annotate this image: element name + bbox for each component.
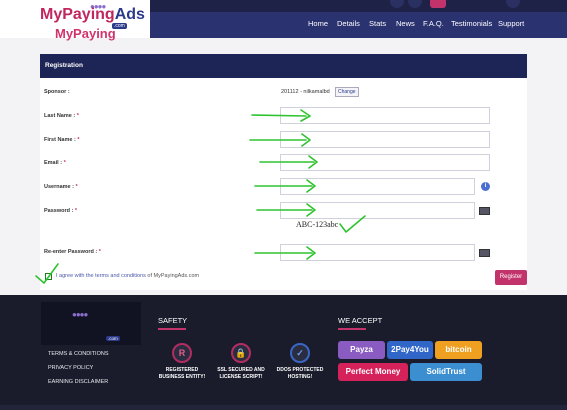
footer-logo[interactable]: MyPayingAds <box>55 26 140 41</box>
change-sponsor-button[interactable]: Change <box>335 87 359 97</box>
username-label: Username : * <box>44 184 78 190</box>
privacy-link[interactable]: PRIVACY POLICY <box>48 365 93 371</box>
nav-testimonials[interactable]: Testimonials <box>451 19 492 28</box>
username-input[interactable] <box>280 178 475 195</box>
header-topbar <box>150 0 567 12</box>
lock-icon: 🔒 <box>231 343 251 363</box>
nav-support[interactable]: Support <box>498 19 524 28</box>
safety-label: REGISTERED BUSINESS ENTITY! <box>158 367 206 380</box>
sponsor-label: Sponsor : <box>44 89 70 95</box>
agree-checkbox[interactable] <box>45 273 52 280</box>
accept-heading: WE ACCEPT <box>338 316 383 325</box>
heading-underline <box>338 328 366 330</box>
bitcoin-logo: bitcoin <box>435 341 482 359</box>
page: ●●●● MyPayingAds .com Home Details Stats… <box>0 0 567 410</box>
social-icon[interactable] <box>430 0 446 8</box>
first-name-label: First Name : * <box>44 137 80 143</box>
repassword-input[interactable] <box>280 244 475 261</box>
registration-title: Registration <box>40 54 527 78</box>
last-name-label: Last Name : * <box>44 113 79 119</box>
footer-logo-suffix: .com <box>106 336 120 341</box>
heading-underline <box>158 328 186 330</box>
terms-link[interactable]: I agree with the terms and conditions <box>56 273 146 279</box>
payza-logo: Payza <box>338 341 385 359</box>
shield-icon: ✓ <box>290 343 310 363</box>
keyboard-icon[interactable] <box>479 207 490 215</box>
footer-logo-dots: ●●●● <box>72 310 88 319</box>
social-icon[interactable] <box>390 0 404 8</box>
safety-heading: SAFETY <box>158 316 188 325</box>
agree-text: I agree with the terms and conditions of… <box>56 273 200 279</box>
safety-label: SSL SECURED AND LICENSE SCRIPT! <box>217 367 265 380</box>
nav-faq[interactable]: F.A.Q. <box>423 19 444 28</box>
last-name-input[interactable] <box>280 107 490 124</box>
solidtrust-logo: SolidTrust <box>410 363 482 381</box>
register-button[interactable]: Register <box>495 270 527 285</box>
nav-home[interactable]: Home <box>308 19 328 28</box>
password-input[interactable] <box>280 202 475 219</box>
footer-logo-box <box>41 302 141 345</box>
keyboard-icon[interactable] <box>479 249 490 257</box>
first-name-input[interactable] <box>280 131 490 148</box>
info-icon[interactable]: i <box>481 182 490 191</box>
terms-link[interactable]: TERMS & CONDITIONS <box>48 351 109 357</box>
nav-news[interactable]: News <box>396 19 415 28</box>
safety-label: DDOS PROTECTED HOSTING! <box>276 367 324 380</box>
disclaimer-link[interactable]: EARNING DISCLAIMER <box>48 379 108 385</box>
main-nav: Home Details Stats News F.A.Q. Testimoni… <box>150 12 567 38</box>
2pay4you-logo: 2Pay4You <box>387 341 433 359</box>
email-label: Email : * <box>44 160 66 166</box>
nav-stats[interactable]: Stats <box>369 19 386 28</box>
registration-card: Registration Sponsor : 201112 - nilkamal… <box>40 54 527 290</box>
perfect-money-logo: Perfect Money <box>338 363 408 381</box>
social-icon[interactable] <box>408 0 422 8</box>
captcha-text: ABC-123abc <box>296 220 339 229</box>
email-input[interactable] <box>280 154 490 171</box>
bottom-strip <box>0 405 567 410</box>
repassword-label: Re-enter Password : * <box>44 249 101 255</box>
site-logo[interactable]: MyPayingAds <box>40 6 145 24</box>
sponsor-value: 201112 - nilkamalbd <box>281 89 330 95</box>
registered-icon: R <box>172 343 192 363</box>
social-icon[interactable] <box>506 0 520 8</box>
nav-details[interactable]: Details <box>337 19 360 28</box>
password-label: Password : * <box>44 208 78 214</box>
